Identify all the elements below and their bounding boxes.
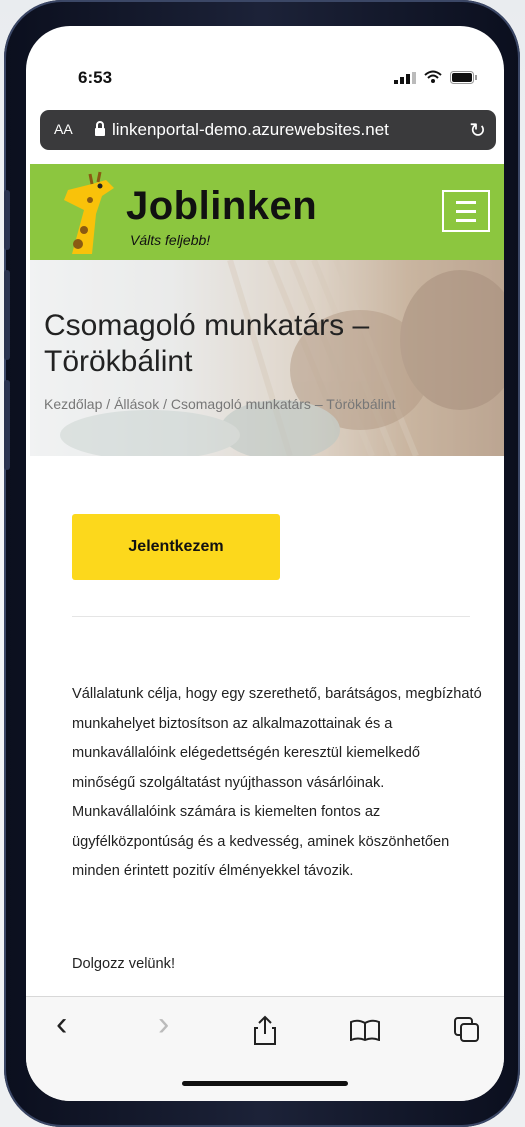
hero-banner: Csomagoló munkatárs – Törökbálint Kezdől… bbox=[30, 260, 504, 456]
wifi-icon bbox=[424, 70, 442, 83]
breadcrumb-separator: / bbox=[106, 396, 111, 412]
breadcrumb-current: Csomagoló munkatárs – Törökbálint bbox=[170, 396, 396, 412]
status-bar: 6:53 bbox=[26, 26, 504, 87]
forward-icon[interactable]: › bbox=[158, 1005, 169, 1044]
battery-icon bbox=[450, 71, 477, 84]
divider bbox=[72, 616, 470, 617]
menu-bar bbox=[456, 219, 476, 222]
address-bar[interactable]: AA linkenportal-demo.azurewebsites.net ↻ bbox=[40, 110, 496, 150]
job-content: Jelentkezem Vállalatunk célja, hogy egy … bbox=[30, 456, 504, 996]
screen: 6:53 AA linkenportal-demo.azurewebsites.… bbox=[26, 26, 504, 1101]
site-header: Joblinken Válts feljebb! bbox=[30, 164, 504, 260]
hamburger-menu-button[interactable] bbox=[442, 190, 490, 232]
phone-frame: 6:53 AA linkenportal-demo.azurewebsites.… bbox=[4, 0, 520, 1127]
join-us-text: Dolgozz velünk! bbox=[72, 956, 176, 972]
page-title: Csomagoló munkatárs – Törökbálint bbox=[44, 309, 370, 378]
bixby-button bbox=[4, 380, 10, 470]
share-icon[interactable] bbox=[254, 1015, 276, 1045]
signal-icon bbox=[394, 72, 416, 84]
volume-down-button bbox=[4, 270, 10, 360]
url-text[interactable]: linkenportal-demo.azurewebsites.net bbox=[112, 120, 389, 140]
job-description: Vállalatunk célja, hogy egy szerethető, … bbox=[72, 686, 482, 879]
tabs-icon[interactable] bbox=[454, 1017, 480, 1043]
site-tagline: Válts feljebb! bbox=[130, 232, 211, 248]
apply-button[interactable]: Jelentkezem bbox=[72, 514, 280, 580]
status-time: 6:53 bbox=[78, 68, 113, 87]
breadcrumb: Kezdőlap / Állások / Csomagoló munkatárs… bbox=[44, 396, 396, 412]
volume-up-button bbox=[4, 190, 10, 250]
giraffe-logo-icon[interactable] bbox=[54, 170, 120, 256]
text-size-button[interactable]: AA bbox=[54, 121, 73, 137]
home-indicator[interactable] bbox=[182, 1081, 348, 1086]
breadcrumb-jobs[interactable]: Állások bbox=[114, 396, 159, 412]
breadcrumb-home[interactable]: Kezdőlap bbox=[44, 396, 102, 412]
bookmarks-icon[interactable] bbox=[350, 1019, 380, 1041]
menu-bar bbox=[456, 201, 476, 204]
menu-bar bbox=[456, 210, 476, 213]
site-logo-title[interactable]: Joblinken bbox=[126, 184, 317, 229]
lock-icon bbox=[95, 121, 105, 136]
breadcrumb-separator: / bbox=[163, 396, 167, 412]
back-icon[interactable]: ‹ bbox=[56, 1005, 67, 1044]
browser-toolbar: ‹ › bbox=[26, 996, 504, 1101]
reload-icon[interactable]: ↻ bbox=[469, 118, 486, 143]
